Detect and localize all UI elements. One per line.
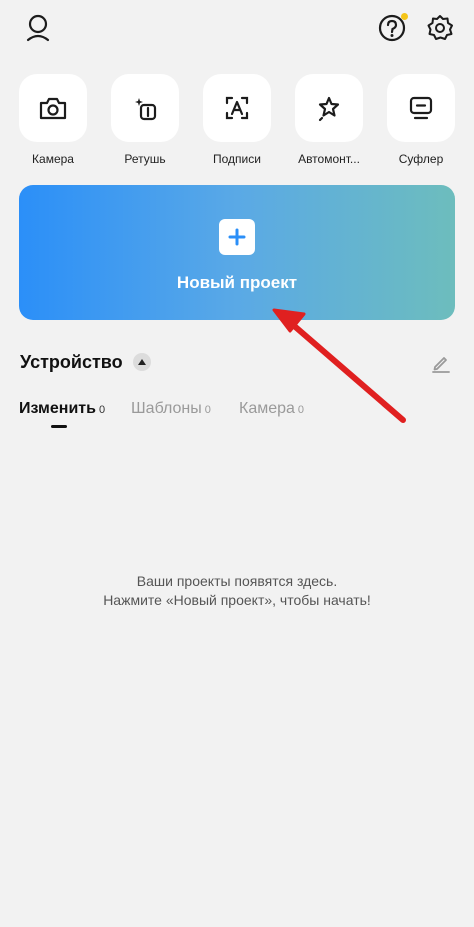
tool-label: Камера: [32, 152, 74, 166]
teleprompter-icon: [409, 96, 433, 120]
section-title: Устройство: [20, 352, 123, 372]
tool-label: Ретушь: [124, 152, 166, 166]
tab-count: 0: [297, 404, 305, 416]
notification-dot: [401, 13, 408, 20]
tab-count: 0: [204, 404, 211, 416]
empty-state-line2: Нажмите «Новый проект», чтобы начать!: [103, 592, 371, 608]
automontage-icon: [318, 96, 340, 122]
collapse-toggle[interactable]: [133, 353, 151, 371]
tool-camera[interactable]: Камера: [18, 74, 88, 166]
settings-button[interactable]: [422, 10, 458, 46]
gear-icon: [427, 15, 453, 40]
tool-tile[interactable]: [387, 74, 455, 142]
plus-box: [219, 219, 255, 255]
tool-tile[interactable]: [111, 74, 179, 142]
edit-button[interactable]: [430, 352, 452, 374]
tab-templates[interactable]: Шаблоны 0: [131, 400, 211, 418]
active-tab-indicator: [51, 425, 67, 428]
help-button[interactable]: [374, 10, 410, 46]
tool-automontage[interactable]: Автомонт...: [294, 74, 364, 166]
tab-edit[interactable]: Изменить 0: [19, 400, 105, 418]
tab-count: 0: [98, 404, 106, 416]
empty-state-line1: Ваши проекты появятся здесь.: [136, 573, 338, 589]
tab-camera[interactable]: Камера 0: [239, 400, 304, 418]
tab-label: Камера: [239, 400, 295, 417]
camera-icon: [39, 97, 67, 120]
tool-label: Автомонт...: [298, 152, 360, 166]
tool-tile[interactable]: [19, 74, 87, 142]
tab-label: Шаблоны: [131, 400, 202, 417]
person-icon: [26, 14, 50, 42]
pencil-icon: [432, 357, 450, 373]
captions-icon: [225, 96, 249, 120]
tool-label: Подписи: [213, 152, 261, 166]
empty-state: Ваши проекты появятся здесь. Нажмите «Но…: [0, 572, 474, 610]
new-project-label: Новый проект: [176, 273, 298, 292]
triangle-up-icon: [138, 359, 146, 365]
tool-captions[interactable]: Подписи: [202, 74, 272, 166]
tab-label: Изменить: [19, 400, 96, 417]
plus-icon: [228, 228, 246, 246]
tool-tile[interactable]: [295, 74, 363, 142]
tool-tile[interactable]: [203, 74, 271, 142]
new-project-button[interactable]: Новый проект: [19, 185, 455, 320]
tool-label: Суфлер: [398, 152, 444, 166]
tool-retouch[interactable]: Ретушь: [110, 74, 180, 166]
profile-button[interactable]: [20, 10, 56, 46]
tool-teleprompter[interactable]: Суфлер: [386, 74, 456, 166]
retouch-icon: [135, 98, 157, 121]
